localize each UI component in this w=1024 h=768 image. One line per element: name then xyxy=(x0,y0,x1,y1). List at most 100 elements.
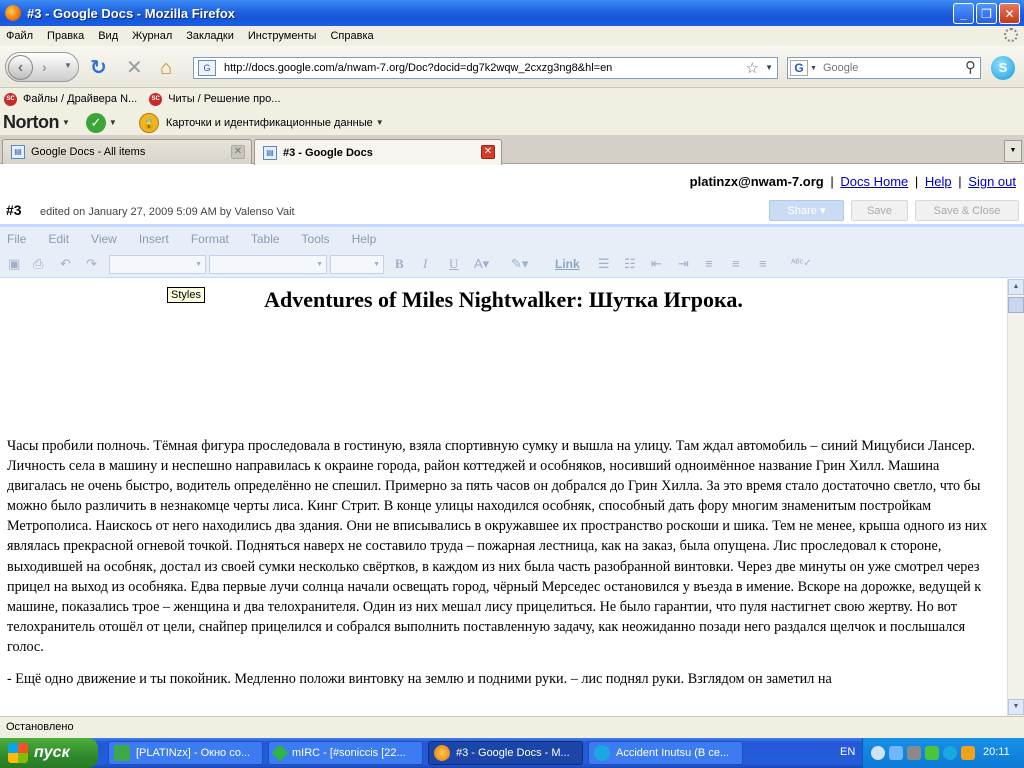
media-tray-icon[interactable] xyxy=(961,746,975,760)
taskbar-item[interactable]: mIRC - [#soniccis [22... xyxy=(268,741,423,765)
decrease-indent-icon[interactable]: ⇤ xyxy=(651,256,662,272)
safe-check-icon[interactable]: ✓ xyxy=(85,112,106,133)
stop-icon[interactable]: ✕ xyxy=(126,58,143,78)
back-button[interactable]: ‹ xyxy=(8,55,33,80)
help-link[interactable]: Help xyxy=(925,174,952,189)
align-center-icon[interactable]: ≡ xyxy=(732,256,740,272)
docs-menu-view[interactable]: View xyxy=(91,232,117,246)
document-body[interactable]: Часы пробили полночь. Тёмная фигура прос… xyxy=(7,436,997,701)
tab-close-icon[interactable]: ✕ xyxy=(231,145,245,159)
language-indicator[interactable]: EN xyxy=(840,746,855,758)
menu-file[interactable]: Файл xyxy=(6,30,33,42)
bookmark-star-icon[interactable]: ☆ xyxy=(746,59,759,77)
forward-button[interactable]: › xyxy=(42,59,47,75)
increase-indent-icon[interactable]: ⇥ xyxy=(678,256,689,272)
skype-tray-icon[interactable] xyxy=(943,746,957,760)
tab-all-items[interactable]: ▤ Google Docs - All items ✕ xyxy=(2,139,252,164)
print-icon[interactable]: ⎙ xyxy=(33,256,43,272)
docs-home-link[interactable]: Docs Home xyxy=(840,174,908,189)
taskbar-item[interactable]: #3 - Google Docs - M... xyxy=(428,741,583,765)
start-button[interactable]: пуск xyxy=(0,738,98,768)
norton-tray-icon[interactable] xyxy=(925,746,939,760)
home-icon[interactable]: ⌂ xyxy=(160,58,172,78)
clock[interactable]: 20:11 xyxy=(983,746,1010,758)
site-identity-icon[interactable]: G xyxy=(198,60,216,76)
menu-bookmarks[interactable]: Закладки xyxy=(186,30,234,42)
document-name[interactable]: #3 xyxy=(6,202,22,218)
save-close-button[interactable]: Save & Close xyxy=(915,200,1019,221)
document-paragraph[interactable]: - Ещё одно движение и ты покойник. Медле… xyxy=(7,669,997,689)
scroll-up-icon[interactable]: ▲ xyxy=(1008,279,1024,295)
bookmark-item[interactable]: SC Читы / Решение про... xyxy=(149,92,280,106)
reload-icon[interactable]: ↻ xyxy=(90,58,107,78)
save-button[interactable]: Save xyxy=(851,200,908,221)
sign-out-link[interactable]: Sign out xyxy=(968,174,1016,189)
tray-back-icon[interactable] xyxy=(871,746,885,760)
menu-view[interactable]: Вид xyxy=(98,30,118,42)
identity-lock-icon[interactable]: 🔒 xyxy=(138,112,159,133)
maximize-button[interactable]: ❐ xyxy=(976,3,997,24)
docs-menu-table[interactable]: Table xyxy=(251,232,280,246)
document-scrollbar[interactable]: ▲ ▼ xyxy=(1007,279,1024,716)
bulleted-list-icon[interactable]: ☷ xyxy=(624,256,636,272)
taskbar-item[interactable]: [PLATINzx] - Окно со... xyxy=(108,741,263,765)
minimize-button[interactable]: _ xyxy=(953,3,974,24)
spellcheck-icon[interactable]: ᴬᴮᶜ✓ xyxy=(791,256,812,272)
tray-app-icon[interactable] xyxy=(907,746,921,760)
numbered-list-icon[interactable]: ☰ xyxy=(598,256,610,272)
identity-dropdown-icon[interactable]: ▼ xyxy=(376,118,384,127)
menu-help[interactable]: Справка xyxy=(330,30,373,42)
redo-icon[interactable]: ↷ xyxy=(86,256,97,272)
link-button[interactable]: Link xyxy=(555,256,580,272)
align-left-icon[interactable]: ≡ xyxy=(705,256,713,272)
bold-button[interactable]: B xyxy=(395,256,404,272)
docs-menu-help[interactable]: Help xyxy=(352,232,377,246)
url-text[interactable]: http://docs.google.com/a/nwam-7.org/Doc?… xyxy=(224,62,612,74)
document-paragraph[interactable]: Часы пробили полночь. Тёмная фигура прос… xyxy=(7,436,997,657)
tab-list-dropdown-icon[interactable]: ▼ xyxy=(1004,140,1022,162)
scroll-down-icon[interactable]: ▼ xyxy=(1008,699,1024,715)
tab-current-doc[interactable]: ▤ #3 - Google Docs ✕ xyxy=(254,139,502,165)
close-window-button[interactable]: ✕ xyxy=(999,3,1020,24)
url-dropdown-icon[interactable]: ▼ xyxy=(765,63,773,72)
url-bar[interactable]: G http://docs.google.com/a/nwam-7.org/Do… xyxy=(193,57,778,79)
safe-check-dropdown-icon[interactable]: ▼ xyxy=(109,118,117,127)
text-color-icon[interactable]: A▾ xyxy=(474,256,489,272)
save-icon[interactable]: ▣ xyxy=(8,256,20,272)
identity-cards-label[interactable]: Карточки и идентификационные данные xyxy=(166,117,373,129)
bookmark-item[interactable]: SC Файлы / Драйвера N... xyxy=(4,92,137,106)
docs-menu-tools[interactable]: Tools xyxy=(302,232,330,246)
styles-select[interactable]: ▼ xyxy=(109,255,206,274)
document-title[interactable]: Adventures of Miles Nightwalker: Шутка И… xyxy=(0,287,1007,313)
menu-edit[interactable]: Правка xyxy=(47,30,84,42)
document-editor[interactable]: Adventures of Miles Nightwalker: Шутка И… xyxy=(0,279,1007,716)
norton-logo[interactable]: Norton xyxy=(3,112,59,133)
docs-menu-file[interactable]: File xyxy=(7,232,26,246)
underline-button[interactable]: U xyxy=(449,256,458,272)
norton-dropdown-icon[interactable]: ▼ xyxy=(62,118,70,127)
font-size-select[interactable]: ▼ xyxy=(330,255,384,274)
menu-history[interactable]: Журнал xyxy=(132,30,172,42)
scroll-thumb[interactable] xyxy=(1008,297,1024,313)
docs-menu-insert[interactable]: Insert xyxy=(139,232,169,246)
highlight-icon[interactable]: ✎▾ xyxy=(511,256,528,272)
undo-icon[interactable]: ↶ xyxy=(60,256,71,272)
skype-icon[interactable]: S xyxy=(991,56,1015,80)
align-right-icon[interactable]: ≡ xyxy=(759,256,767,272)
font-select[interactable]: ▼ xyxy=(209,255,327,274)
search-bar[interactable]: G ▼ ⚲ xyxy=(787,57,981,79)
taskbar-item[interactable]: Accident Inutsu (В се... xyxy=(588,741,743,765)
tab-label: #3 - Google Docs xyxy=(283,146,373,159)
history-dropdown-icon[interactable]: ▼ xyxy=(64,61,72,70)
share-button[interactable]: Share ▾ xyxy=(769,200,844,221)
docs-menu-format[interactable]: Format xyxy=(191,232,229,246)
tab-close-icon[interactable]: ✕ xyxy=(481,145,495,159)
search-engine-dropdown-icon[interactable]: ▼ xyxy=(810,65,817,72)
search-engine-icon[interactable]: G xyxy=(790,60,808,76)
docs-menu-edit[interactable]: Edit xyxy=(48,232,69,246)
menu-tools[interactable]: Инструменты xyxy=(248,30,317,42)
italic-button[interactable]: I xyxy=(423,256,427,272)
search-icon[interactable]: ⚲ xyxy=(965,58,976,76)
network-icon[interactable] xyxy=(889,746,903,760)
search-input[interactable] xyxy=(822,62,963,74)
